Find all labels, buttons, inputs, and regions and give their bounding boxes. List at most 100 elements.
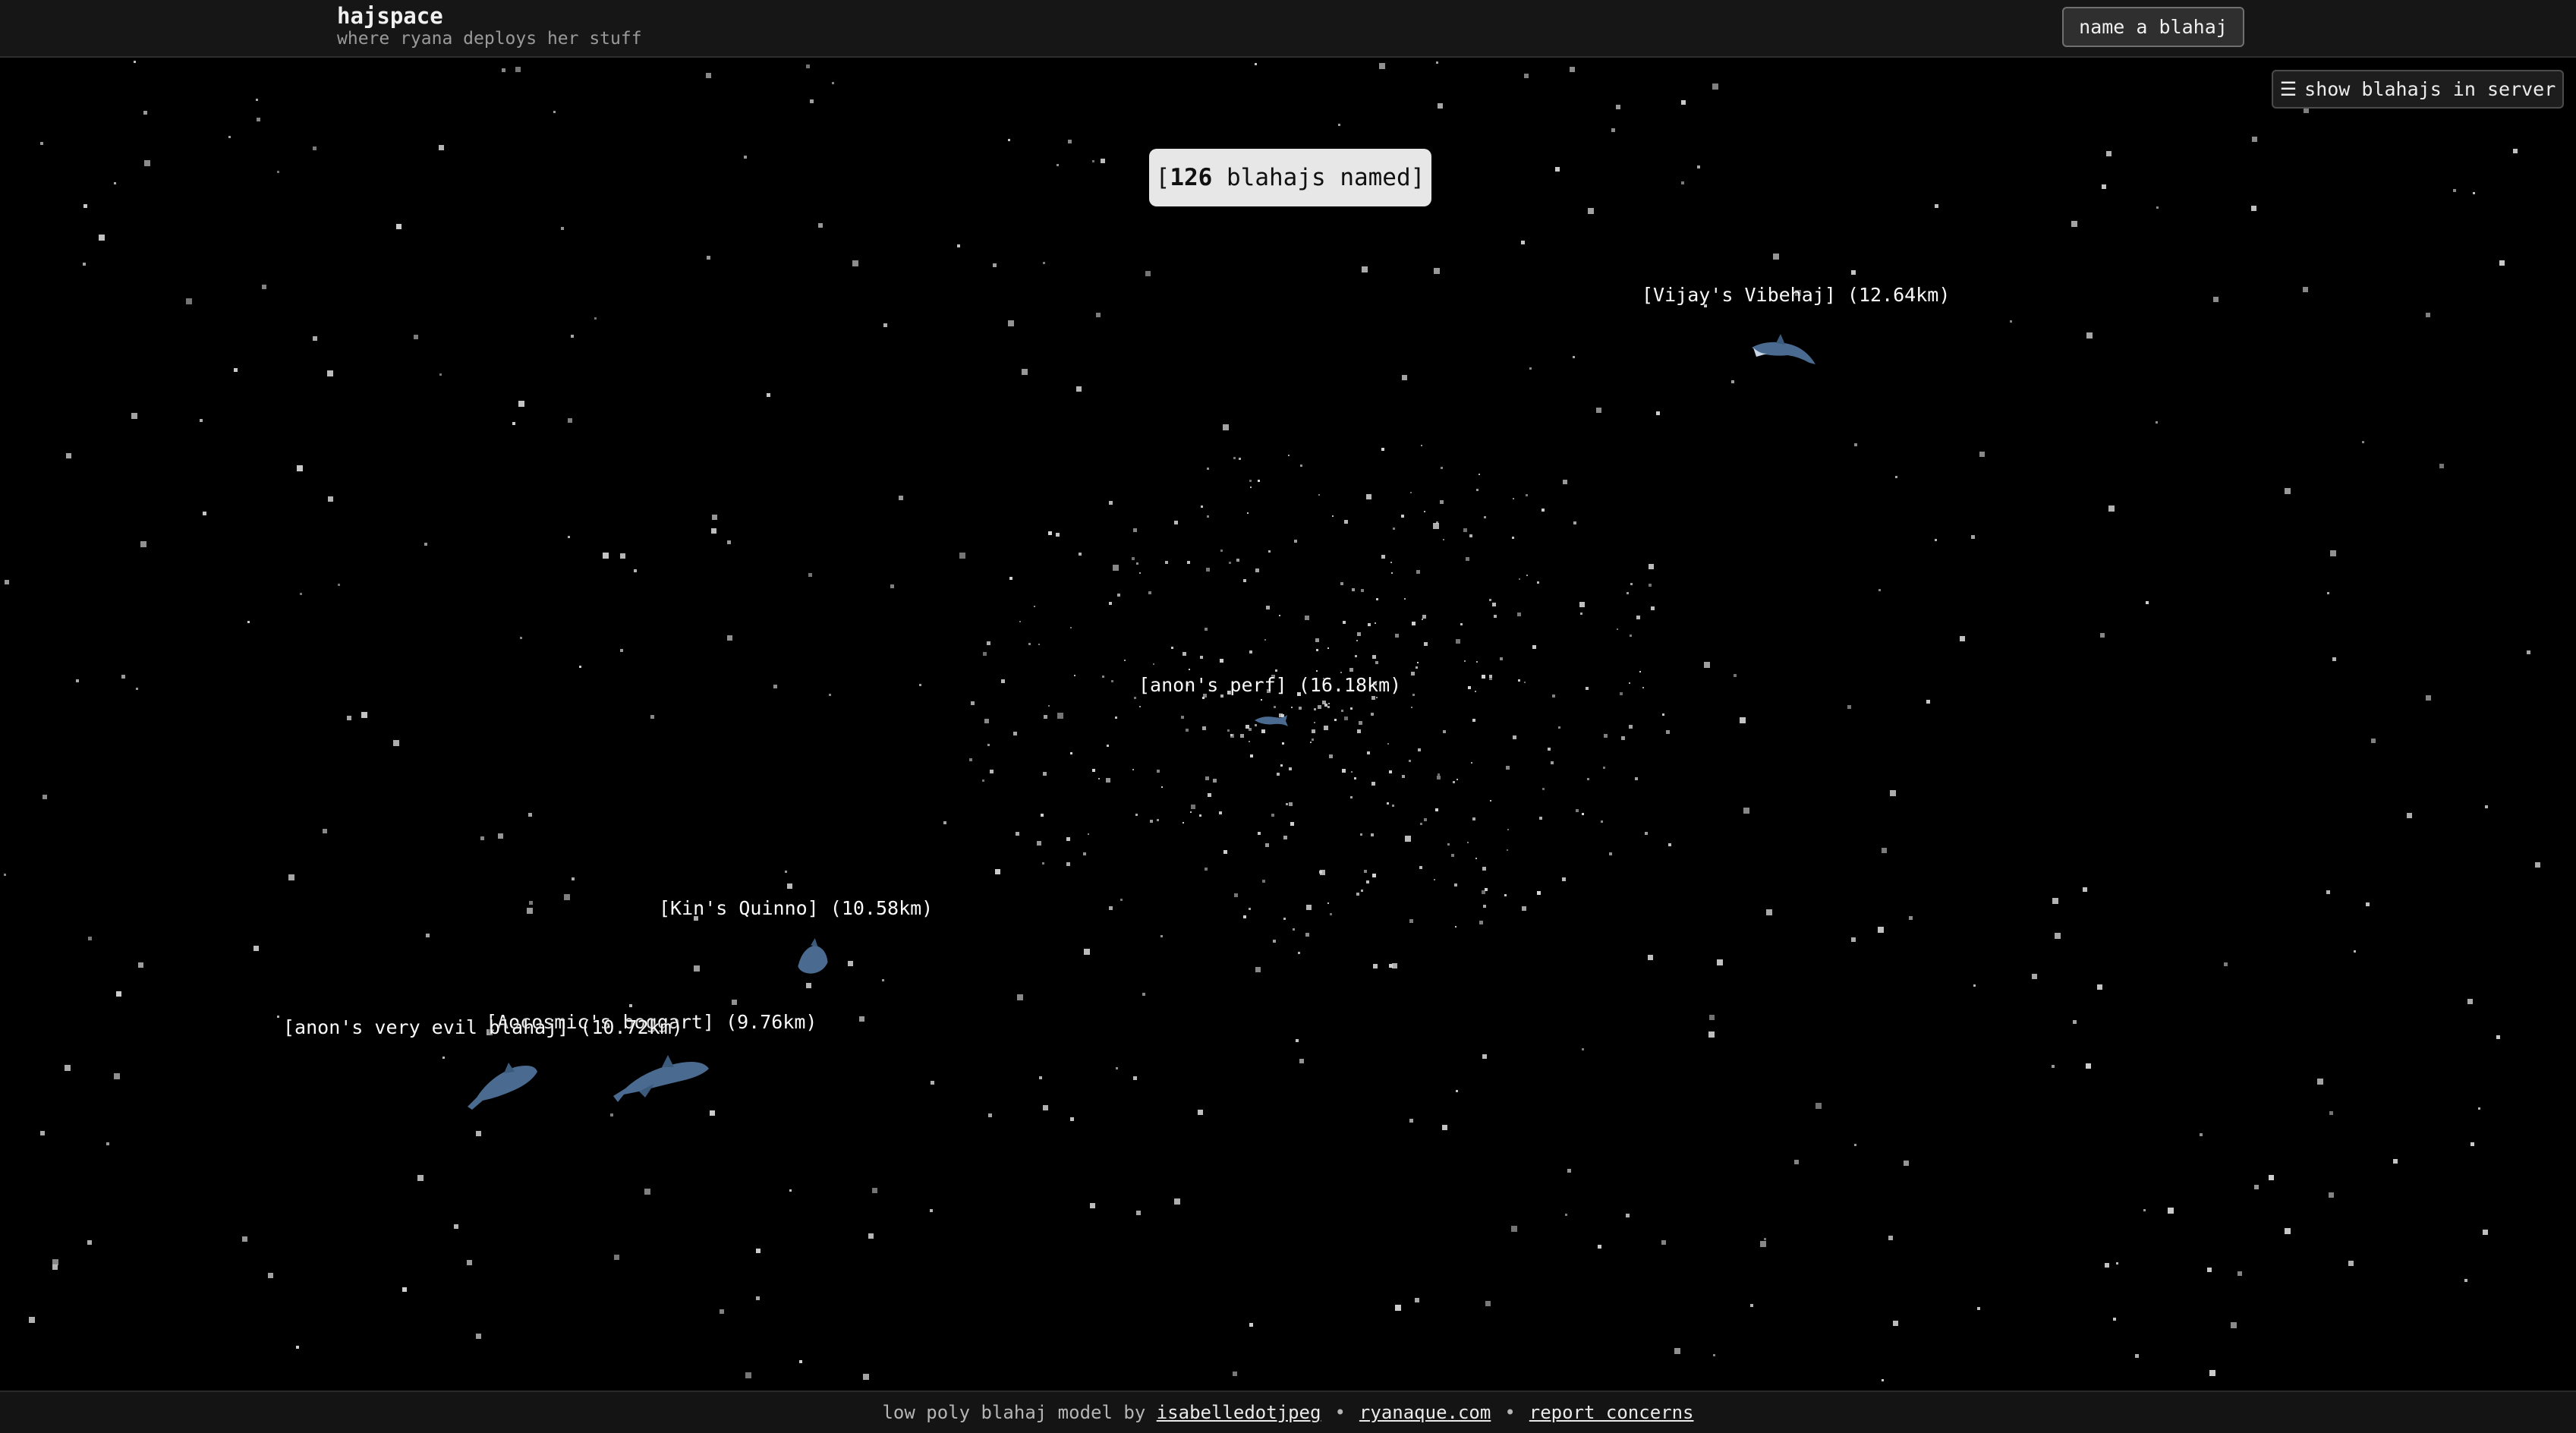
star <box>512 422 515 425</box>
star <box>2209 1370 2215 1376</box>
star <box>1411 707 1412 708</box>
show-blahajs-button[interactable]: ☰ show blahajs in server <box>2272 70 2564 109</box>
star <box>993 263 997 267</box>
star <box>1456 779 1458 780</box>
star <box>710 1110 715 1116</box>
star <box>1433 523 1439 529</box>
star <box>1233 457 1236 459</box>
star <box>1240 734 1244 738</box>
star <box>1895 476 1897 478</box>
star <box>1066 837 1070 841</box>
star <box>756 1296 760 1300</box>
star <box>1456 639 1460 644</box>
star <box>1299 1059 1304 1063</box>
star <box>1255 568 1259 572</box>
star <box>572 877 575 880</box>
star <box>1512 537 1514 539</box>
star <box>1504 894 1507 896</box>
star <box>1234 893 1238 897</box>
star <box>959 553 965 559</box>
star <box>1249 480 1252 482</box>
star <box>1310 742 1312 743</box>
credit-link[interactable]: isabelledotjpeg <box>1157 1402 1321 1423</box>
star <box>1598 1245 1601 1249</box>
star <box>2304 108 2309 113</box>
star <box>2471 1142 2474 1146</box>
star <box>1522 906 1526 911</box>
star <box>2086 1063 2091 1069</box>
star <box>644 1189 650 1195</box>
star <box>1371 696 1375 700</box>
star <box>1390 562 1392 563</box>
star <box>1893 1321 1898 1326</box>
star <box>2426 695 2431 701</box>
star <box>5 580 9 584</box>
star <box>1139 706 1141 707</box>
blahaj-shark-icon[interactable] <box>1746 331 1822 376</box>
name-blahaj-button[interactable]: name a blahaj <box>2062 7 2244 47</box>
star <box>1350 796 1353 798</box>
star <box>2496 1035 2500 1039</box>
star <box>1334 719 1337 721</box>
star <box>1034 606 1035 607</box>
star <box>1001 679 1005 683</box>
star <box>1223 424 1229 430</box>
star <box>1289 802 1293 806</box>
star <box>1300 465 1302 467</box>
star <box>1117 594 1120 597</box>
star <box>1273 940 1276 943</box>
star <box>1042 862 1044 865</box>
star <box>744 156 747 159</box>
star <box>1766 909 1772 915</box>
blahaj-shark-icon[interactable] <box>464 1057 540 1110</box>
blahaj-shark-icon[interactable] <box>609 1050 712 1104</box>
star <box>288 874 294 880</box>
star <box>1340 672 1342 673</box>
star <box>2251 206 2256 211</box>
star <box>1878 589 1881 591</box>
star <box>2237 1271 2242 1276</box>
star <box>1511 1226 1517 1232</box>
star <box>1376 598 1378 600</box>
star <box>859 1016 864 1022</box>
blahaj-shark-icon[interactable] <box>1251 709 1290 732</box>
star <box>1539 817 1542 820</box>
star <box>393 740 399 746</box>
blahaj-shark-icon[interactable] <box>791 938 833 981</box>
star <box>1206 568 1210 572</box>
star <box>1467 842 1469 843</box>
star <box>1367 751 1370 754</box>
star <box>1115 716 1117 719</box>
star <box>1312 739 1314 741</box>
badge-text: blahajs named] <box>1212 164 1425 191</box>
star <box>1070 1117 1074 1121</box>
star <box>257 118 260 121</box>
star <box>2105 1263 2109 1268</box>
star <box>1352 588 1355 591</box>
blahaj-count-badge: [126 blahajs named] <box>1149 149 1431 206</box>
star <box>1552 694 1555 698</box>
star <box>1851 270 1856 275</box>
star <box>1603 767 1605 769</box>
star <box>2010 320 2012 323</box>
star <box>1279 615 1280 616</box>
star <box>1847 705 1851 709</box>
star <box>1576 809 1579 812</box>
star <box>1389 770 1392 773</box>
star <box>2366 902 2370 906</box>
star <box>476 1334 481 1339</box>
star <box>2499 260 2505 266</box>
star <box>1392 963 1397 968</box>
star <box>1482 675 1485 679</box>
star <box>528 813 532 817</box>
site-link[interactable]: ryanaque.com <box>1359 1402 1491 1423</box>
star <box>2317 1079 2323 1085</box>
star <box>1926 700 1930 704</box>
star <box>1371 782 1375 786</box>
report-concerns-link[interactable]: report concerns <box>1529 1402 1694 1423</box>
star <box>297 465 303 471</box>
star <box>1324 726 1328 730</box>
star <box>789 1189 792 1192</box>
star <box>1555 167 1560 172</box>
star <box>818 223 823 228</box>
